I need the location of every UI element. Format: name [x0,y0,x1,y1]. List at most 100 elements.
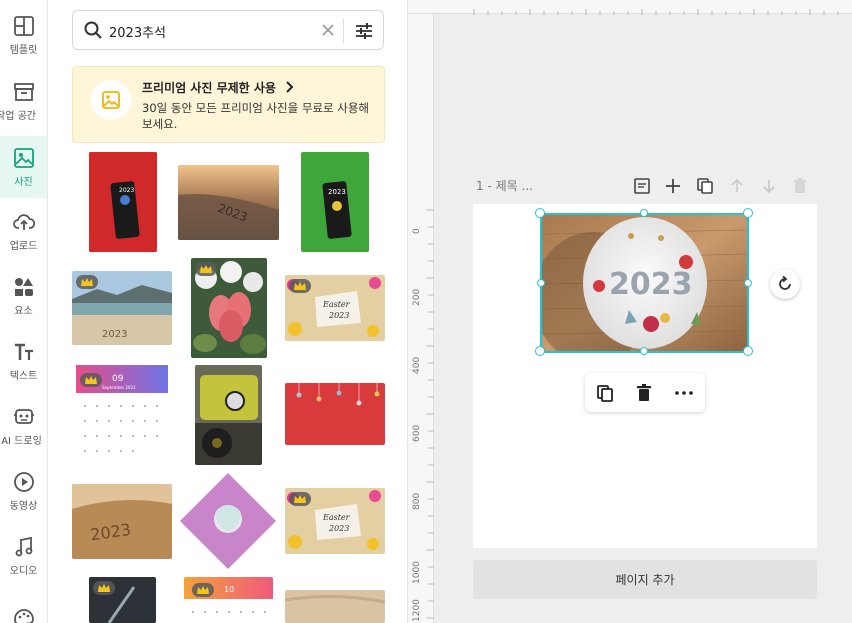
page-notes-icon[interactable] [632,176,652,196]
photo-thumbnail[interactable]: 2023 [178,165,279,240]
sidebar-item-text[interactable]: 텍스트 [0,330,47,392]
rotate-button[interactable] [770,269,800,299]
crown-icon [197,585,209,594]
resize-handle-top-left[interactable] [535,208,545,218]
resize-handle-top[interactable] [640,209,648,217]
premium-badge [289,279,311,293]
photo-icon [13,147,34,168]
photo-thumbnail[interactable]: 10 [184,577,273,623]
phone-calendar-green-image: 2023 [301,152,369,252]
sidebar-item-label: 요소 [14,305,33,317]
phone-text: 2023 [119,187,134,194]
crown-icon [294,494,306,503]
photo-thumbnail[interactable] [195,365,262,465]
left-rail: 템플릿 작업 공간 사진 업로드 요소 텍스트 AI 드로잉 동영상 오디오 [0,0,48,623]
delete-page-icon[interactable] [790,176,810,196]
resize-handle-left[interactable] [537,279,545,287]
sidebar-item-upload[interactable]: 업로드 [0,200,47,262]
photo-thumbnail[interactable]: 2023 [301,152,369,252]
page-title[interactable]: 1 - 제목 ... [476,177,533,194]
resize-handle-bottom-right[interactable] [743,346,753,356]
photo-thumbnail[interactable]: Easter 2023 [285,488,385,554]
add-page-button[interactable]: 페이지 추가 [473,560,817,599]
ornament-red-image [285,383,385,445]
easter-year-text: 2023 [328,524,349,533]
move-down-icon[interactable] [759,176,779,196]
phone-calendar-image: 2023 [89,152,157,252]
sidebar-item-elements[interactable]: 요소 [0,265,47,327]
sidebar-item-label: 텍스트 [9,370,38,382]
audio-icon [15,536,32,556]
sidebar-item-photos[interactable]: 사진 [0,136,47,198]
premium-promo-banner[interactable]: 프리미엄 사진 무제한 사용 30일 동안 모든 프리미엄 사진을 무료로 사용… [72,66,385,143]
sidebar-item-palette[interactable] [0,590,47,623]
resize-handle-right[interactable] [744,279,752,287]
search-box [72,10,384,50]
ruler-vertical: 0 200 400 600 800 1000 1200 [408,14,434,623]
sidebar-item-templates[interactable]: 템플릿 [0,4,47,66]
photo-thumbnail[interactable] [89,577,156,623]
premium-photo-icon [102,91,120,109]
sidebar-item-label: 동영상 [9,500,38,512]
sand-text: 2023 [102,329,127,340]
crown-icon [200,264,212,273]
calendar-month-name: September 2023 [102,385,136,390]
photo-thumbnail[interactable] [285,590,385,623]
duplicate-page-icon[interactable] [695,176,715,196]
elements-icon [14,277,33,296]
upload-icon [12,213,35,230]
sidebar-item-label: AI 드로잉 [1,435,42,447]
more-options-icon[interactable] [673,382,695,404]
photo-thumbnail[interactable]: 2023 [72,271,172,345]
element-context-toolbar [585,373,705,412]
sidebar-item-video[interactable]: 동영상 [0,460,47,522]
palette-icon [13,609,34,623]
premium-badge [195,262,217,276]
resize-handle-bottom[interactable] [640,347,648,355]
move-up-icon[interactable] [727,176,747,196]
selection-frame [540,213,749,353]
promo-icon-circle [91,80,131,120]
premium-badge [76,275,98,289]
photo-thumbnail[interactable]: Easter 2023 [285,275,385,341]
photo-thumbnail[interactable]: 2023 [89,152,157,252]
search-icon [84,21,102,39]
sidebar-item-label: 업로드 [9,240,38,252]
photo-thumbnail[interactable] [191,258,267,358]
yellow-car-image [195,365,262,465]
photo-thumbnail[interactable] [178,471,278,571]
text-icon [14,343,33,360]
sidebar-item-label: 사진 [14,176,33,188]
phone-text: 2023 [328,188,346,196]
photo-thumbnail[interactable]: 2023 [72,484,172,559]
video-icon [13,471,34,492]
sand-writing-image: 2023 [72,484,172,559]
photo-thumbnail[interactable] [285,383,385,445]
rotate-icon [779,275,791,290]
promo-description: 30일 동안 모든 프리미엄 사진을 무료로 사용해 보세요. [142,101,370,131]
calendar-month: 09 [112,374,124,384]
photos-panel: 프리미엄 사진 무제한 사용 30일 동안 모든 프리미엄 사진을 무료로 사용… [48,0,408,623]
resize-handle-top-right[interactable] [743,208,753,218]
premium-badge [93,581,115,595]
ruler-ticks-horizontal [473,9,839,15]
sidebar-item-workspace[interactable]: 작업 공간 [0,70,47,132]
premium-badge [289,492,311,506]
sidebar-item-ai-drawing[interactable]: AI 드로잉 [0,395,47,457]
sidebar-item-audio[interactable]: 오디오 [0,525,47,587]
calendar-month: 10 [224,585,234,594]
trash-icon[interactable] [633,382,655,404]
duplicate-icon[interactable] [593,382,615,404]
clear-search-icon[interactable] [319,21,337,39]
sidebar-item-label: 작업 공간 [0,110,36,122]
add-page-icon[interactable] [663,176,683,196]
premium-badge [80,373,102,387]
resize-handle-bottom-left[interactable] [535,346,545,356]
filter-icon[interactable] [353,20,375,42]
easter-year-text: 2023 [328,311,349,320]
photo-thumbnail[interactable]: 09 September 2023 [72,365,172,465]
workspace-icon [13,82,34,101]
easter-text: Easter [322,300,351,309]
search-input[interactable] [109,20,309,42]
easter-text: Easter [322,513,351,522]
